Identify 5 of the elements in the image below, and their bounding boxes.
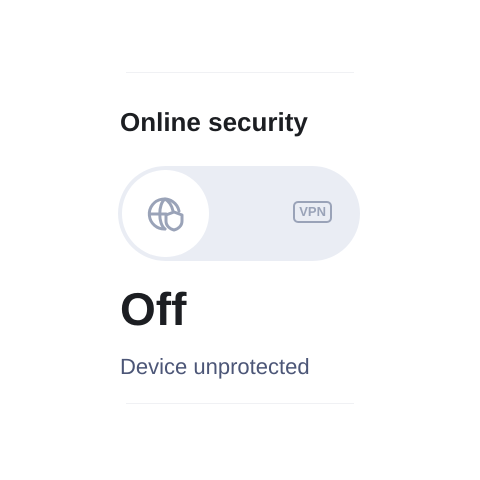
status-text: Off bbox=[120, 283, 188, 335]
section-title: Online security bbox=[120, 106, 309, 138]
vpn-toggle[interactable]: VPN bbox=[118, 166, 360, 261]
vpn-badge: VPN bbox=[293, 201, 332, 223]
status-description: Device unprotected bbox=[120, 353, 311, 381]
